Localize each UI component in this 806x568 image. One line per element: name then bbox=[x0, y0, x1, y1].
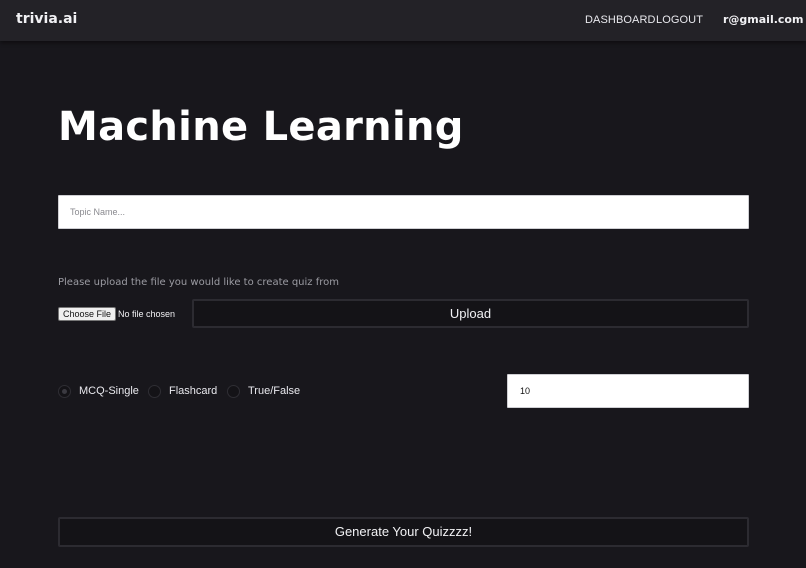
radio-flashcard[interactable] bbox=[148, 385, 161, 398]
topic-name-input[interactable] bbox=[58, 195, 749, 229]
nav-dashboard-link[interactable]: DASHBOARD bbox=[585, 14, 656, 26]
radio-label-true-false[interactable]: True/False bbox=[248, 385, 300, 397]
generate-quiz-button[interactable]: Generate Your Quizzzz! bbox=[58, 517, 749, 547]
page-title: Machine Learning bbox=[58, 104, 464, 150]
navbar: trivia.ai DASHBOARD LOGOUT r@gmail.com bbox=[0, 0, 806, 41]
choose-file-button[interactable]: Choose File bbox=[58, 307, 117, 321]
radio-true-false[interactable] bbox=[227, 385, 240, 398]
question-count-input[interactable] bbox=[507, 374, 749, 408]
radio-label-mcq-single[interactable]: MCQ-Single bbox=[79, 385, 139, 397]
upload-button[interactable]: Upload bbox=[192, 299, 749, 328]
user-email: r@gmail.com bbox=[723, 13, 804, 26]
brand-logo[interactable]: trivia.ai bbox=[16, 11, 77, 27]
upload-hint-text: Please upload the file you would like to… bbox=[58, 277, 339, 288]
radio-mcq-single[interactable] bbox=[58, 385, 71, 398]
file-status-text: No file chosen bbox=[118, 309, 176, 319]
nav-logout-link[interactable]: LOGOUT bbox=[656, 14, 703, 26]
radio-label-flashcard[interactable]: Flashcard bbox=[169, 385, 217, 397]
